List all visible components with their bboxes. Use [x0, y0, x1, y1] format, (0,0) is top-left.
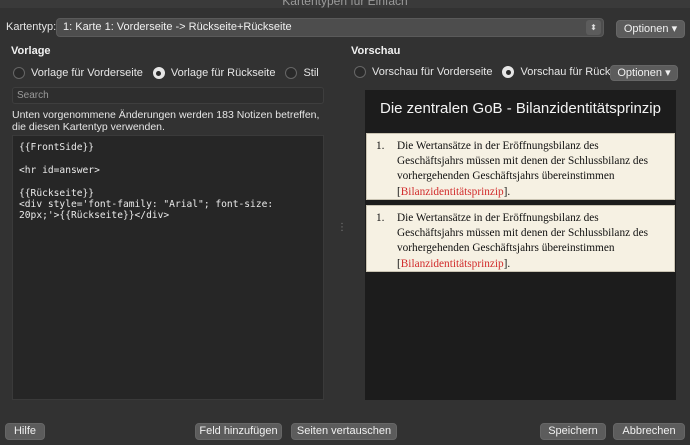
template-radio-group: Vorlage für Vorderseite Vorlage für Rück… [13, 65, 329, 81]
window-title: Kartentypen für Einfach [282, 0, 408, 8]
save-button[interactable]: Speichern [540, 423, 606, 440]
cancel-button[interactable]: Abbrechen [613, 423, 685, 440]
radio-back-template[interactable] [152, 67, 165, 79]
radio-preview-back[interactable] [502, 66, 515, 78]
cardtype-label: Kartentyp: [6, 21, 57, 33]
list-item-number: 1. [376, 212, 385, 224]
radio-front-template[interactable] [13, 67, 25, 79]
template-code-editor[interactable]: {{FrontSide}} <hr id=answer> {{Rückseite… [12, 135, 324, 400]
help-button[interactable]: Hilfe [5, 423, 45, 440]
radio-back-template-label[interactable]: Vorlage für Rückseite [171, 67, 276, 79]
list-item-link[interactable]: Bilanzidentitätsprinzip [401, 258, 504, 270]
chevron-updown-icon: ⬍ [586, 20, 601, 35]
radio-front-template-label[interactable]: Vorlage für Vorderseite [31, 67, 143, 79]
list-item-text: Die Wertansätze in der Eröffnungsbilanz … [397, 212, 648, 255]
template-info-text: Unten vorgenommene Änderungen werden 183… [12, 109, 320, 133]
preview-list-item: 1. Die Wertansätze in der Eröffnungsbila… [366, 133, 675, 200]
add-field-button[interactable]: Feld hinzufügen [195, 423, 282, 440]
preview-options-button[interactable]: Optionen ▾ [610, 65, 678, 81]
template-section-title: Vorlage [11, 45, 51, 57]
preview-heading: Die zentralen GoB - Bilanzidentitätsprin… [380, 100, 661, 117]
cardtype-selected-value: 1: Karte 1: Vorderseite -> Rückseite+Rüc… [63, 21, 292, 33]
radio-preview-front-label[interactable]: Vorschau für Vorderseite [372, 66, 492, 78]
preview-radio-group: Vorschau für Vorderseite Vorschau für Rü… [354, 64, 644, 80]
list-item-number: 1. [376, 140, 385, 152]
splitter-handle-icon[interactable]: ⋮ [337, 222, 347, 233]
list-item-text: Die Wertansätze in der Eröffnungsbilanz … [397, 140, 648, 183]
search-input[interactable]: Search [12, 87, 324, 104]
cardtype-select[interactable]: 1: Karte 1: Vorderseite -> Rückseite+Rüc… [56, 18, 604, 37]
radio-preview-front[interactable] [354, 66, 366, 78]
preview-section-title: Vorschau [351, 45, 401, 57]
cardtype-options-button[interactable]: Optionen ▾ [616, 20, 685, 38]
list-item-link[interactable]: Bilanzidentitätsprinzip [401, 186, 504, 198]
radio-style[interactable] [285, 67, 298, 79]
cardtype-row: Kartentyp: 1: Karte 1: Vorderseite -> Rü… [0, 18, 690, 38]
preview-list-item: 1. Die Wertansätze in der Eröffnungsbila… [366, 205, 675, 272]
window-titlebar: Kartentypen für Einfach [0, 0, 690, 8]
radio-style-label[interactable]: Stil [303, 67, 318, 79]
card-preview-pane: Die zentralen GoB - Bilanzidentitätsprin… [365, 90, 676, 400]
swap-sides-button[interactable]: Seiten vertauschen [291, 423, 397, 440]
